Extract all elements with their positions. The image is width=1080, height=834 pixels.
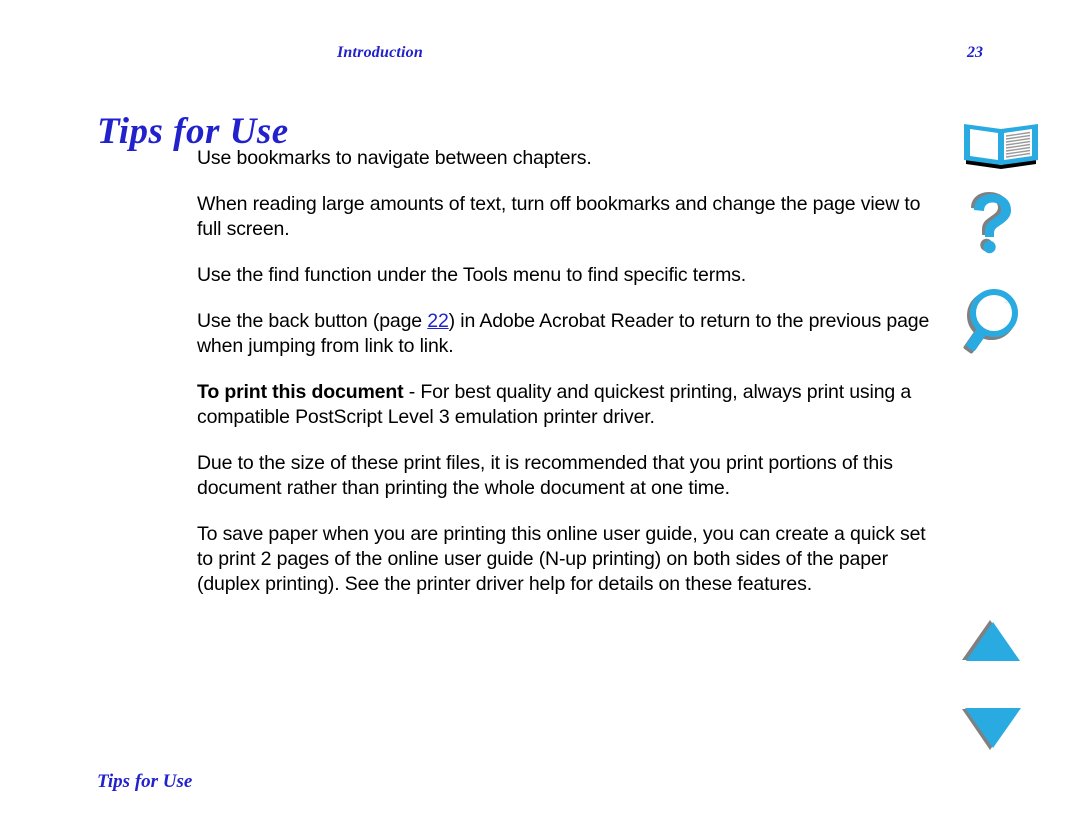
bold-run: To print this document	[197, 381, 404, 403]
open-book-icon	[960, 118, 1050, 170]
paragraph-bookmarks-tip: Use bookmarks to navigate between chapte…	[197, 146, 937, 171]
navigation-icon-column	[960, 0, 1055, 834]
paragraph-save-paper-tip: To save paper when you are printing this…	[197, 522, 937, 597]
next-page-button[interactable]	[960, 706, 1050, 754]
text-run: Use bookmarks to navigate between chapte…	[197, 147, 592, 169]
footer-section-title: Tips for Use	[97, 771, 193, 792]
paragraph-find-function-tip: Use the find function under the Tools me…	[197, 263, 937, 288]
paragraph-full-screen-tip: When reading large amounts of text, turn…	[197, 192, 937, 242]
triangle-down-icon	[960, 706, 1050, 752]
text-run: To save paper when you are printing this…	[197, 523, 926, 595]
text-run: When reading large amounts of text, turn…	[197, 193, 921, 240]
text-run: Use the back button (page	[197, 310, 428, 332]
text-run: Due to the size of these print files, it…	[197, 452, 893, 499]
paragraph-back-button-tip: Use the back button (page 22) in Adobe A…	[197, 309, 937, 359]
body-copy: Use bookmarks to navigate between chapte…	[197, 146, 937, 597]
find-button[interactable]	[960, 288, 1050, 358]
magnifying-glass-icon	[960, 288, 1050, 358]
triangle-up-icon	[960, 618, 1050, 664]
document-page: { "header": { "running_title": "Introduc…	[0, 0, 1080, 834]
page-reference-link[interactable]: 22	[427, 310, 449, 332]
paragraph-print-portions-tip: Due to the size of these print files, it…	[197, 451, 937, 501]
text-run: Use the find function under the Tools me…	[197, 264, 747, 286]
bookmarks-button[interactable]	[960, 118, 1050, 170]
previous-page-button[interactable]	[960, 618, 1050, 666]
help-button[interactable]	[960, 192, 1050, 254]
paragraph-print-document-tip: To print this document - For best qualit…	[197, 380, 937, 430]
running-header-title: Introduction	[337, 44, 423, 61]
question-mark-icon	[960, 192, 1050, 254]
